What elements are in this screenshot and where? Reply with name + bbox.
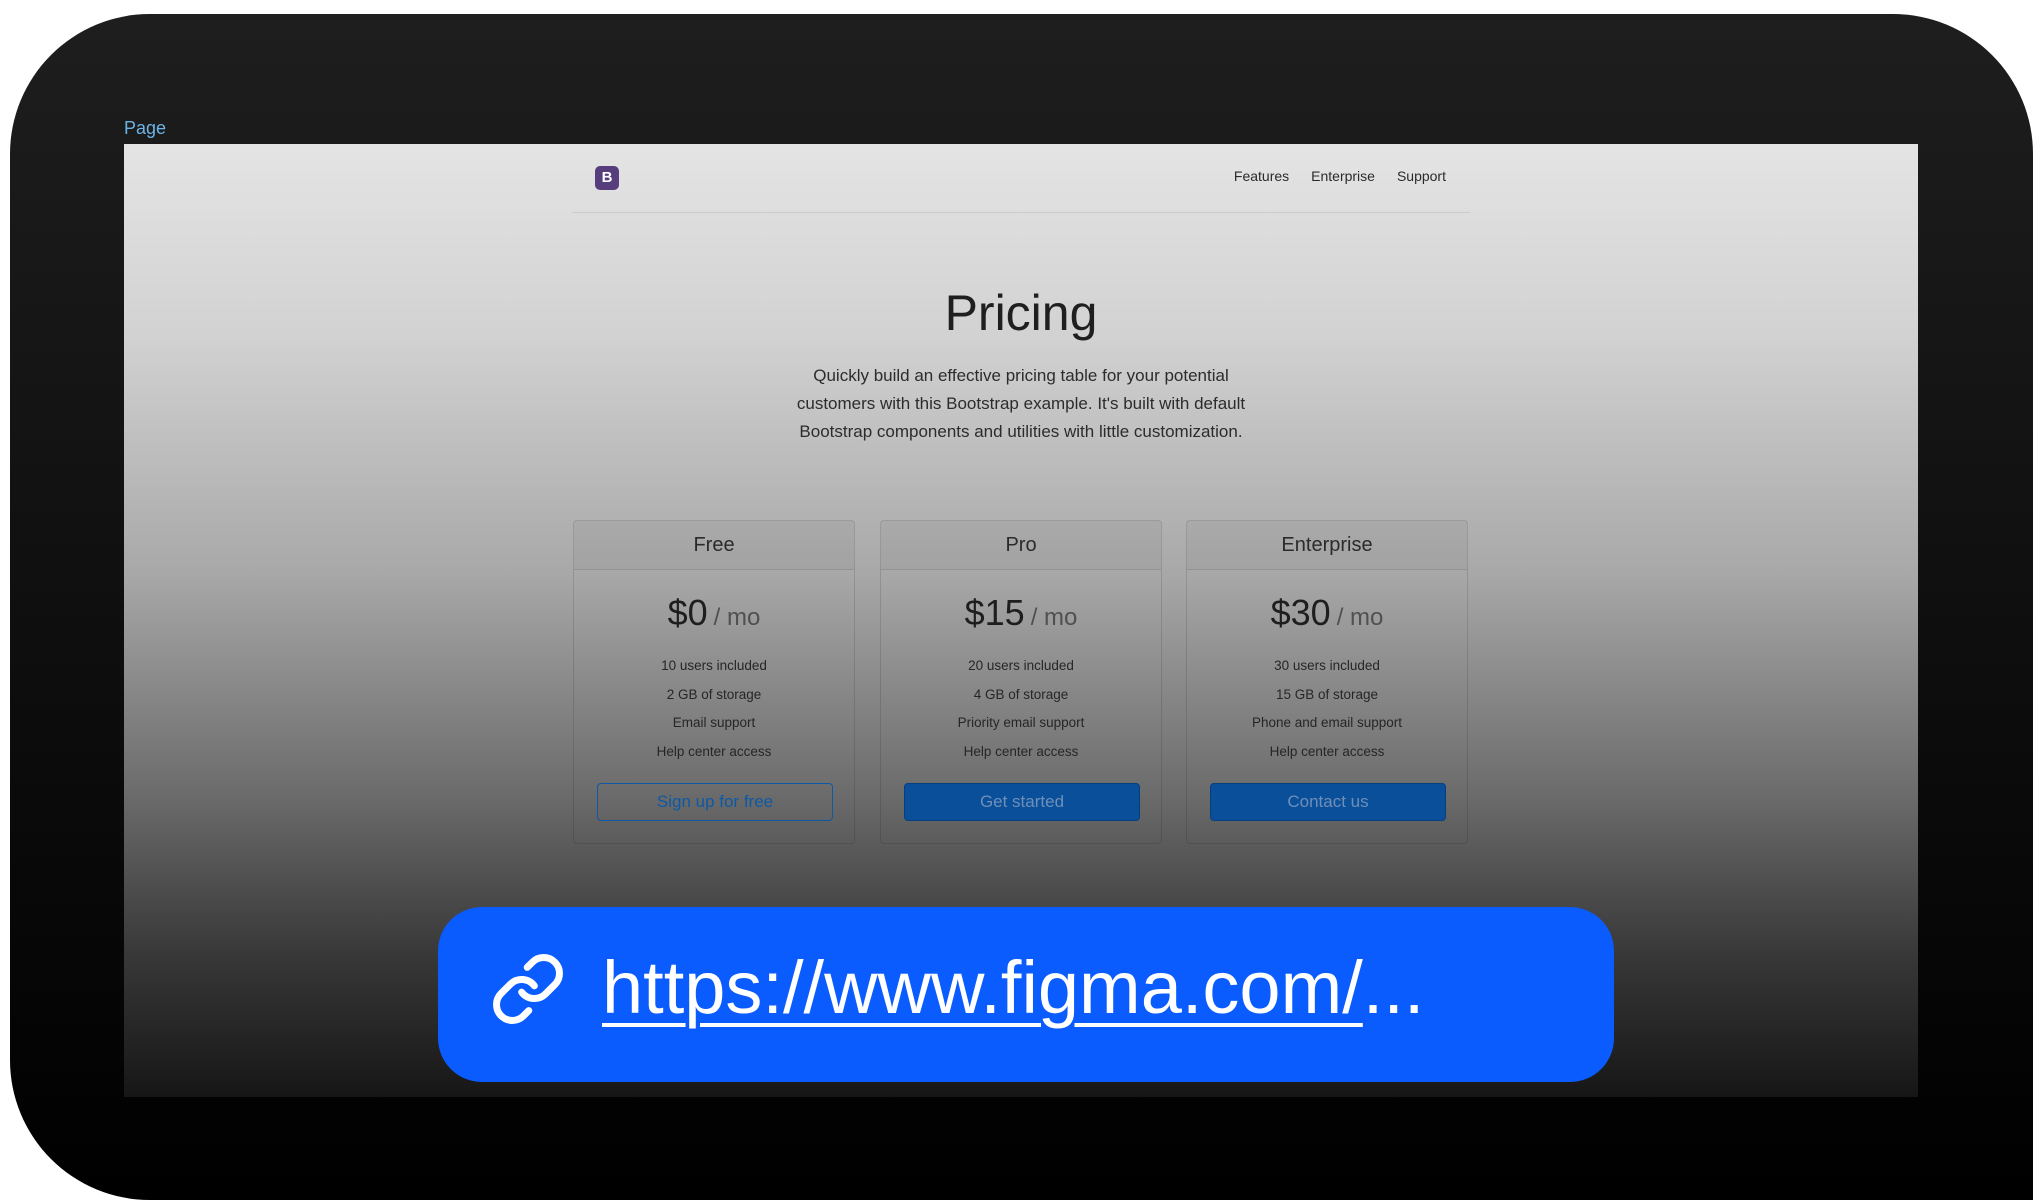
pricing-card-enterprise: Enterprise $30/ mo 30 users included 15 … xyxy=(1186,520,1468,844)
frame-label[interactable]: Page xyxy=(124,118,166,139)
link-icon xyxy=(493,954,563,1024)
plan-price: $30/ mo xyxy=(1187,592,1467,634)
bootstrap-logo[interactable]: B xyxy=(595,166,619,190)
price-period: / mo xyxy=(1030,604,1078,631)
contact-us-button[interactable]: Contact us xyxy=(1210,783,1446,821)
link-url-text[interactable]: https://www.figma.com/ xyxy=(602,946,1363,1029)
feature-item: 20 users included xyxy=(968,658,1074,673)
feature-list: 30 users included 15 GB of storage Phone… xyxy=(1187,652,1467,766)
get-started-button[interactable]: Get started xyxy=(904,783,1140,821)
plan-price: $15/ mo xyxy=(881,592,1161,634)
top-navbar: B Features Enterprise Support xyxy=(572,144,1470,213)
sign-up-button[interactable]: Sign up for free xyxy=(597,783,833,821)
price-amount: $30 xyxy=(1270,592,1331,633)
pricing-card-free: Free $0/ mo 10 users included 2 GB of st… xyxy=(573,520,855,844)
feature-item: 30 users included xyxy=(1274,658,1380,673)
feature-list: 10 users included 2 GB of storage Email … xyxy=(574,652,854,766)
price-amount: $0 xyxy=(667,592,708,633)
feature-item: Email support xyxy=(672,715,756,730)
plan-price: $0/ mo xyxy=(574,592,854,634)
nav-link-enterprise[interactable]: Enterprise xyxy=(1311,168,1375,184)
nav-link-features[interactable]: Features xyxy=(1234,168,1289,184)
plan-name: Pro xyxy=(881,521,1161,570)
feature-item: Help center access xyxy=(1269,743,1385,759)
plan-name: Enterprise xyxy=(1187,521,1467,570)
feature-item: 2 GB of storage xyxy=(666,686,762,702)
nav-links: Features Enterprise Support xyxy=(1234,168,1446,184)
feature-item: Help center access xyxy=(963,743,1079,759)
price-period: / mo xyxy=(713,604,761,631)
price-amount: $15 xyxy=(964,592,1025,633)
feature-item: Phone and email support xyxy=(1251,715,1403,730)
page-lead: Quickly build an effective pricing table… xyxy=(771,362,1271,446)
feature-item: Help center access xyxy=(656,743,772,759)
plan-name: Free xyxy=(574,521,854,570)
feature-item: 15 GB of storage xyxy=(1275,686,1379,702)
nav-link-support[interactable]: Support xyxy=(1397,168,1446,184)
lead-line: Quickly build an effective pricing table… xyxy=(813,366,1229,385)
link-ellipsis: ... xyxy=(1362,946,1425,1029)
link-url[interactable]: https://www.figma.com/... xyxy=(602,945,1424,1030)
price-period: / mo xyxy=(1336,604,1384,631)
link-banner[interactable]: https://www.figma.com/... xyxy=(438,907,1614,1082)
page-title: Pricing xyxy=(944,285,1098,341)
pricing-card-pro: Pro $15/ mo 20 users included 4 GB of st… xyxy=(880,520,1162,844)
feature-item: 4 GB of storage xyxy=(973,686,1069,702)
feature-item: Priority email support xyxy=(957,715,1085,730)
feature-list: 20 users included 4 GB of storage Priori… xyxy=(881,652,1161,766)
feature-item: 10 users included xyxy=(661,658,767,673)
lead-line: Bootstrap components and utilities with … xyxy=(799,422,1243,441)
lead-line: customers with this Bootstrap example. I… xyxy=(796,394,1246,413)
